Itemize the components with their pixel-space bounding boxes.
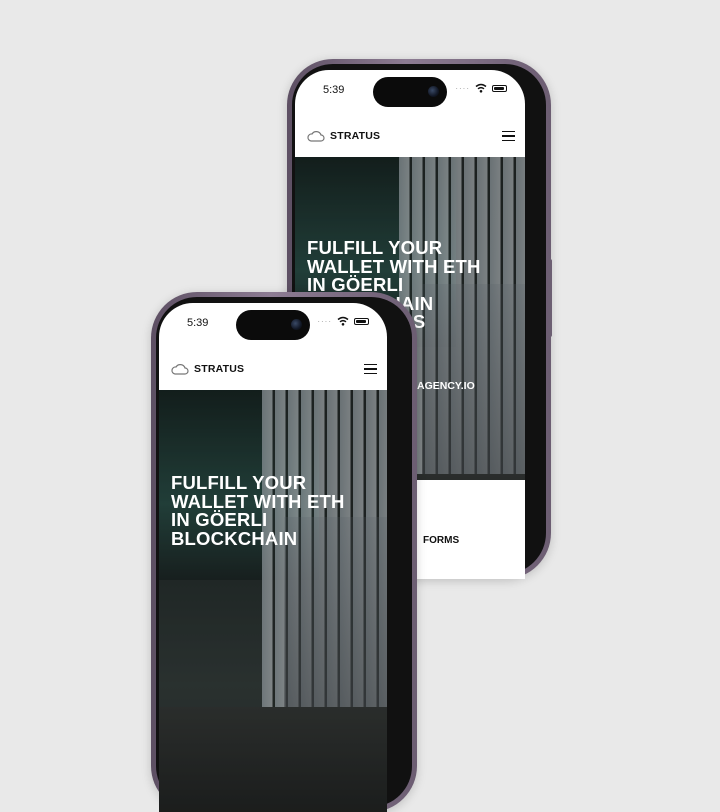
status-bar-icons: ···· (317, 316, 369, 326)
battery-icon (492, 85, 507, 92)
wifi-icon (475, 83, 487, 93)
brand-logo[interactable]: STRATUS (307, 130, 380, 142)
hero-section: FULFILL YOUR WALLET WITH ETH IN GÖERLI B… (159, 390, 387, 812)
brand-logo[interactable]: STRATUS (171, 363, 244, 375)
hamburger-menu-icon[interactable] (502, 131, 515, 141)
dynamic-island (236, 310, 310, 340)
status-time: 5:39 (323, 84, 344, 96)
side-button (548, 259, 552, 337)
front-camera-icon (291, 319, 302, 330)
hero-link[interactable]: AGENCY.IO (417, 380, 475, 392)
cloud-icon (307, 130, 325, 142)
brand-name: STRATUS (330, 130, 380, 142)
cta-heading: FORMS (423, 535, 459, 546)
cellular-dots-icon: ···· (455, 84, 470, 93)
site-header: STRATUS (295, 116, 525, 156)
status-time: 5:39 (187, 317, 208, 329)
cloud-icon (171, 363, 189, 375)
wifi-icon (337, 316, 349, 326)
hero-overlay (159, 390, 387, 812)
battery-icon (354, 318, 369, 325)
phone-screen: 5:39 ···· STRATUS FULF (159, 303, 387, 812)
brand-name: STRATUS (194, 363, 244, 375)
dynamic-island (373, 77, 447, 107)
cellular-dots-icon: ···· (317, 317, 332, 326)
hero-title: FULFILL YOUR WALLET WITH ETH IN GÖERLI B… (171, 474, 379, 548)
phone-front: 5:39 ···· STRATUS FULF (151, 292, 417, 812)
side-button (413, 490, 417, 560)
site-header: STRATUS (159, 349, 387, 389)
front-camera-icon (428, 86, 439, 97)
hamburger-menu-icon[interactable] (364, 364, 377, 374)
status-bar-icons: ···· (455, 83, 507, 93)
